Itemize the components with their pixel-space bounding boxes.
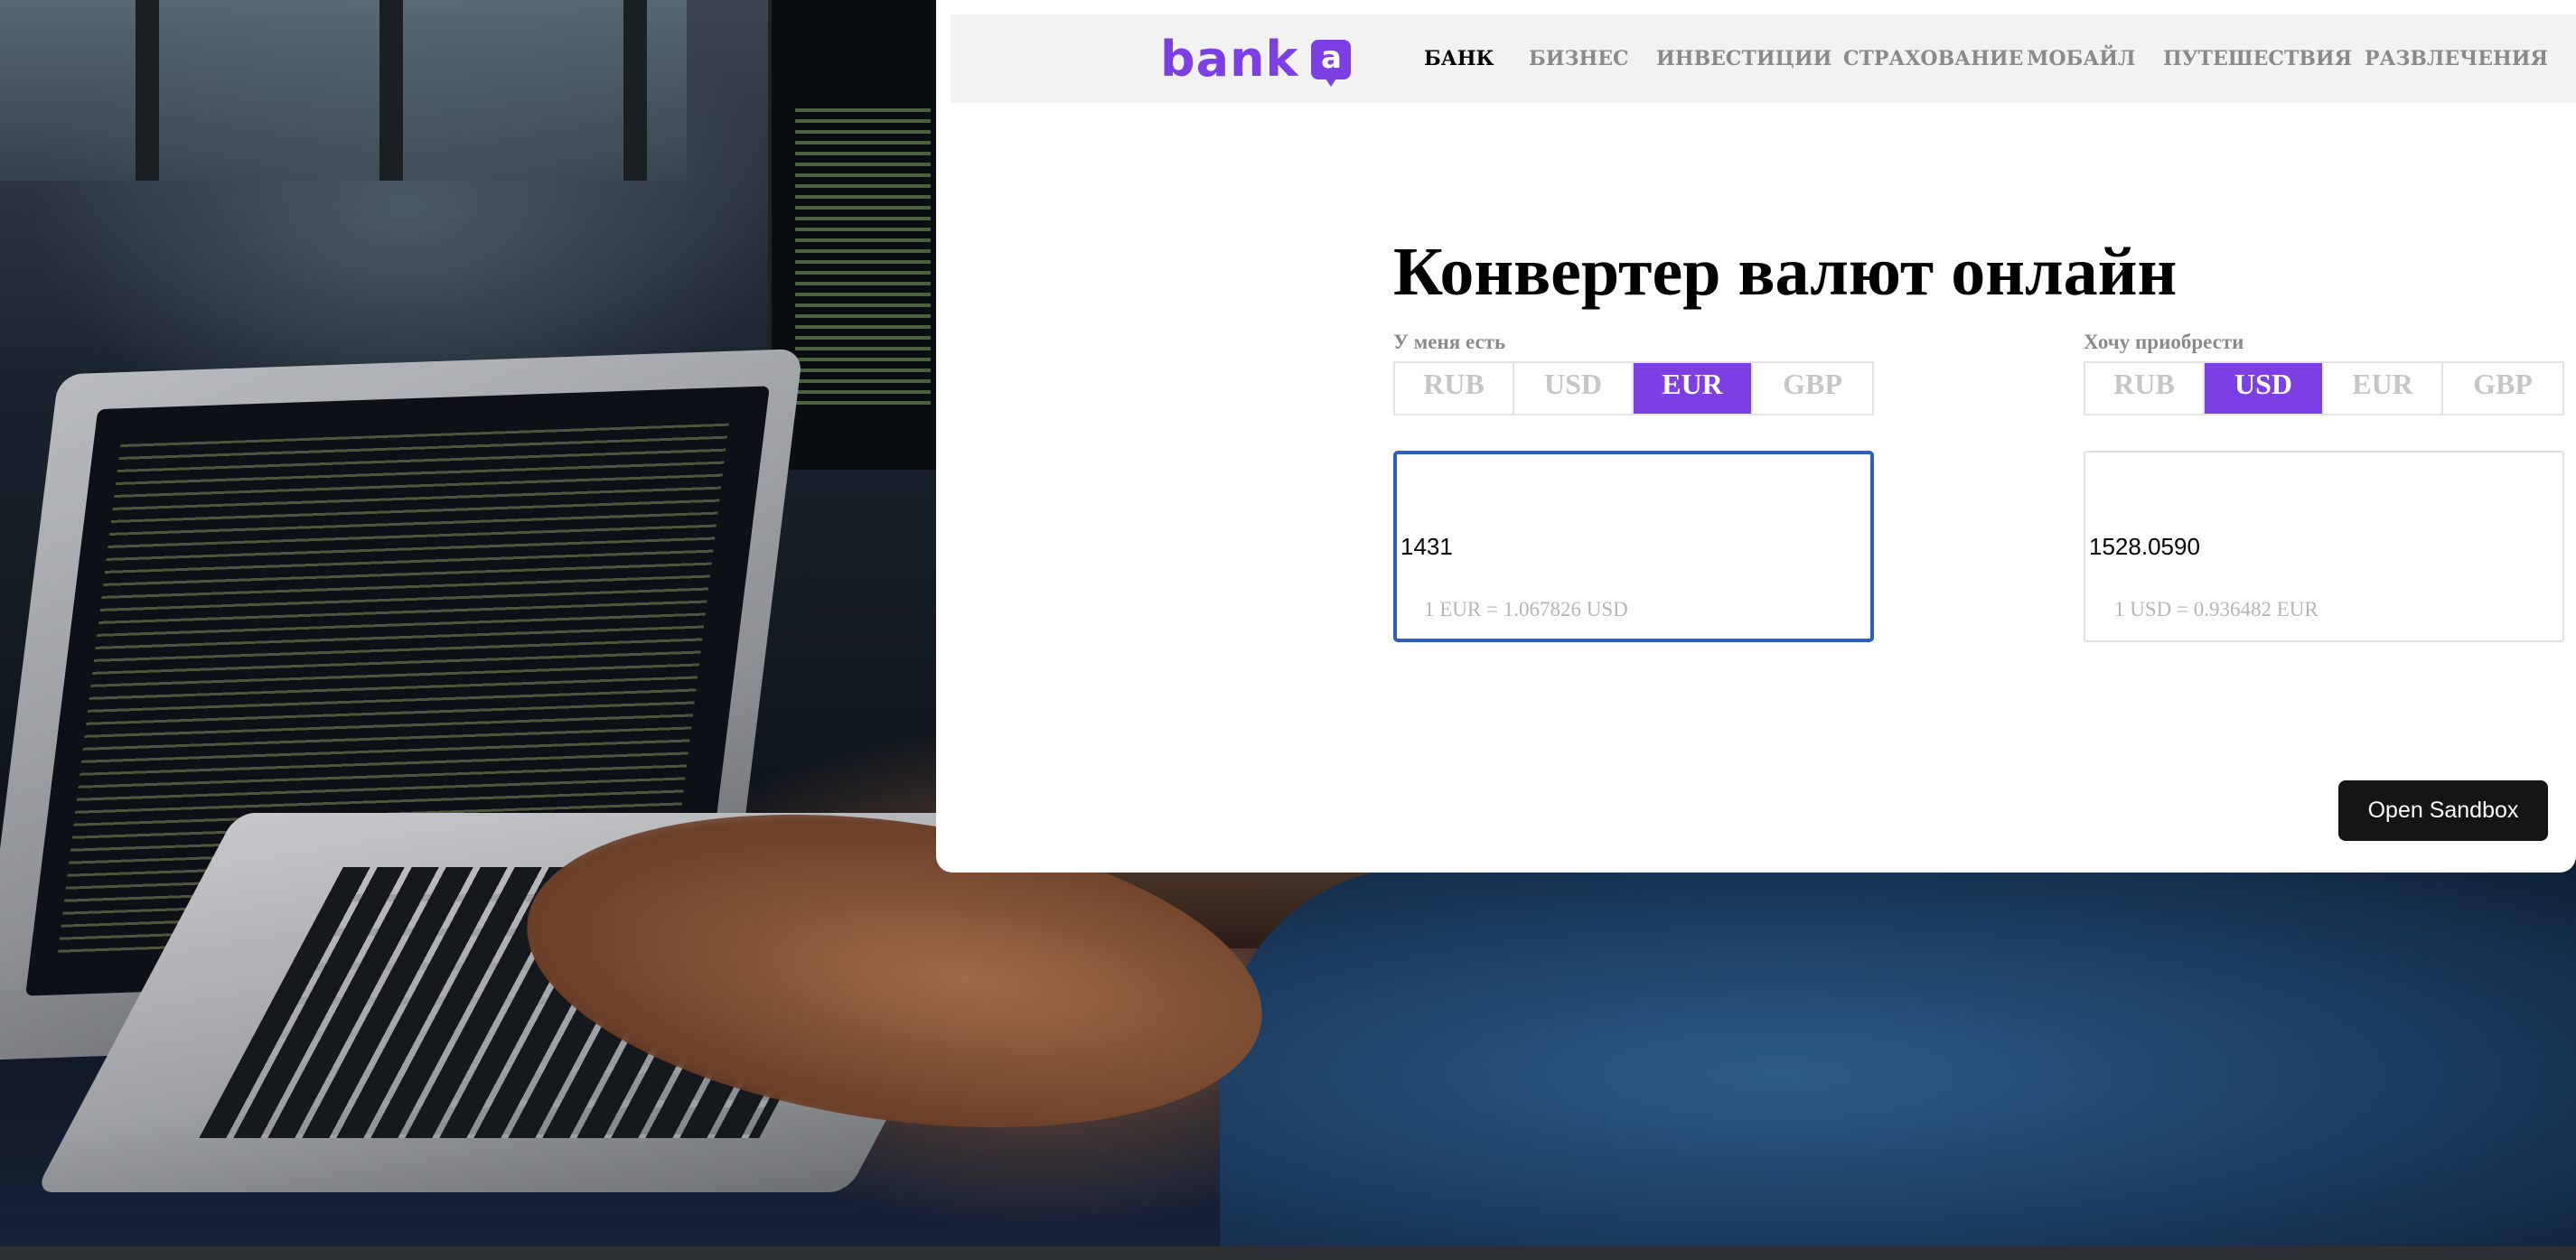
background-window xyxy=(0,0,687,181)
nav-item-travel[interactable]: ПУТЕШЕСТВИЯ xyxy=(2163,45,2352,72)
nav-item-mobile[interactable]: МОБАЙЛ xyxy=(2027,45,2135,72)
from-group-label: У меня есть xyxy=(1393,331,1506,353)
app-panel: bank a БАНК БИЗНЕС ИНВЕСТИЦИИ СТРАХОВАНИ… xyxy=(936,0,2576,873)
to-tab-eur[interactable]: EUR xyxy=(2324,363,2443,414)
background-sleeve xyxy=(1220,867,2576,1260)
nav-item-entertainment[interactable]: РАЗВЛЕЧЕНИЯ xyxy=(2365,45,2548,72)
to-group-label: Хочу приобрести xyxy=(2084,331,2244,353)
to-rate-note: 1 USD = 0.936482 EUR xyxy=(2114,598,2318,621)
from-currency-tabs: RUB USD EUR GBP xyxy=(1393,361,1874,415)
from-tab-usd[interactable]: USD xyxy=(1514,363,1634,414)
background-window-bar xyxy=(136,0,159,181)
nav-item-business[interactable]: БИЗНЕС xyxy=(1529,45,1629,72)
to-tab-gbp[interactable]: GBP xyxy=(2443,363,2562,414)
background-window-bar xyxy=(623,0,647,181)
background-monitor-code xyxy=(795,108,931,406)
nav-menu: БАНК БИЗНЕС ИНВЕСТИЦИИ СТРАХОВАНИЕ МОБАЙ… xyxy=(951,14,2576,103)
to-amount-input[interactable] xyxy=(2089,532,2541,561)
to-currency-tabs: RUB USD EUR GBP xyxy=(2084,361,2564,415)
nav-item-investments[interactable]: ИНВЕСТИЦИИ xyxy=(1656,45,1831,72)
background-bottom-strip xyxy=(0,1246,2576,1260)
to-tab-rub[interactable]: RUB xyxy=(2085,363,2205,414)
from-tab-rub[interactable]: RUB xyxy=(1395,363,1514,414)
from-rate-note: 1 EUR = 1.067826 USD xyxy=(1424,598,1628,621)
nav-item-insurance[interactable]: СТРАХОВАНИЕ xyxy=(1843,45,2023,72)
from-amount-input[interactable] xyxy=(1400,532,1852,561)
panel-top-gap xyxy=(936,0,2576,14)
nav-item-bank[interactable]: БАНК xyxy=(1424,45,1494,72)
navbar: bank a БАНК БИЗНЕС ИНВЕСТИЦИИ СТРАХОВАНИ… xyxy=(951,14,2576,103)
from-amount-box: 1 EUR = 1.067826 USD xyxy=(1393,451,1874,642)
open-sandbox-button[interactable]: Open Sandbox xyxy=(2338,780,2548,841)
background-window-bar xyxy=(379,0,403,181)
page-title: Конвертер валют онлайн xyxy=(1393,234,2178,310)
from-tab-eur[interactable]: EUR xyxy=(1634,363,1753,414)
to-tab-usd[interactable]: USD xyxy=(2205,363,2324,414)
from-tab-gbp[interactable]: GBP xyxy=(1753,363,1872,414)
to-amount-box: 1 USD = 0.936482 EUR xyxy=(2084,451,2564,642)
